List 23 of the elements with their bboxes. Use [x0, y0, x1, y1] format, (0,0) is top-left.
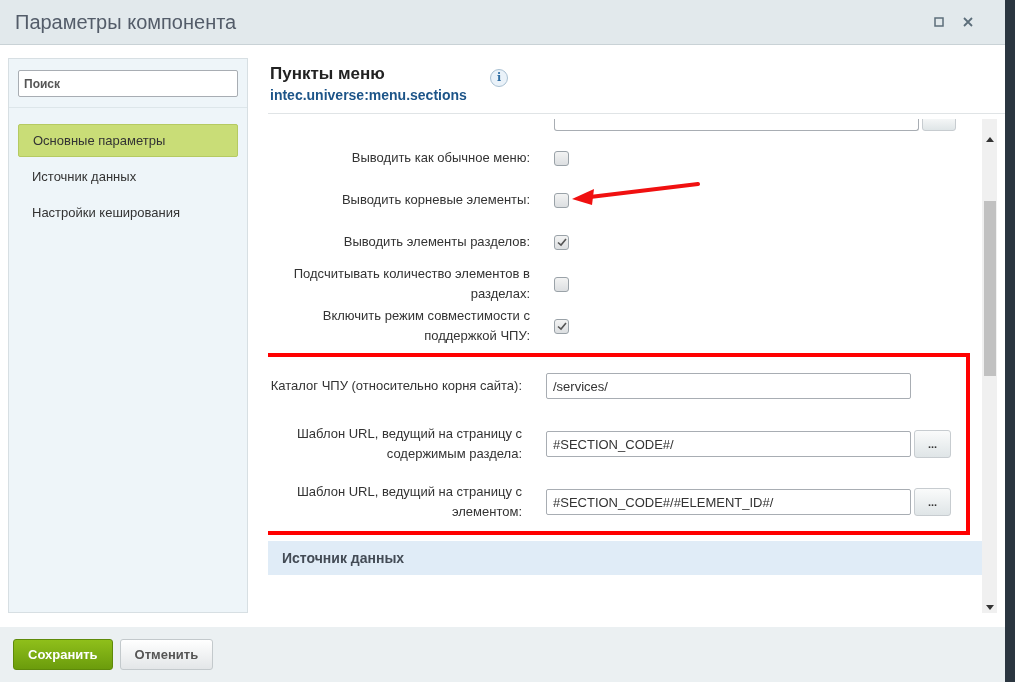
parameter-label: Каталог ЧПУ (относительно корня сайта):	[269, 377, 523, 395]
sidebar-item[interactable]: Источник данных	[18, 160, 238, 193]
browse-button[interactable]: ...	[914, 430, 951, 458]
parameter-label: Шаблон URL, ведущий на страницу с содержимым раздела:	[295, 425, 523, 463]
input-field[interactable]: /services/	[546, 373, 911, 399]
browse-button[interactable]: ...	[914, 488, 951, 516]
sidebar-item[interactable]: Настройки кеширования	[18, 196, 238, 229]
input-field[interactable]: #SECTION_CODE#/#ELEMENT_ID#/	[546, 489, 911, 515]
window-title: Параметры компонента	[15, 10, 237, 34]
info-icon[interactable]: i	[490, 69, 508, 87]
search-field[interactable]: Поиск	[18, 70, 238, 97]
section-header[interactable]: Источник данных	[268, 541, 982, 575]
cancel-button[interactable]: Отменить	[119, 639, 214, 670]
parameter-label: Выводить корневые элементы:	[340, 191, 531, 209]
sidebar-item[interactable]: Основные параметры	[18, 124, 238, 157]
parameter-label: Выводить элементы разделов:	[342, 233, 531, 251]
component-code: intec.universe:menu.sections	[270, 87, 468, 103]
parameter-label: Подсчитывать количество элементов в разделах:	[292, 265, 531, 303]
component-title: Пункты меню	[270, 64, 386, 84]
parameter-label: Выводить как обычное меню:	[350, 149, 531, 167]
parameter-label: Шаблон URL, ведущий на страницу с элементом:	[295, 483, 523, 521]
input-field[interactable]: #SECTION_CODE#/	[546, 431, 911, 457]
parameter-label: Включить режим совместимости с поддержкой ЧПУ:	[321, 307, 531, 345]
